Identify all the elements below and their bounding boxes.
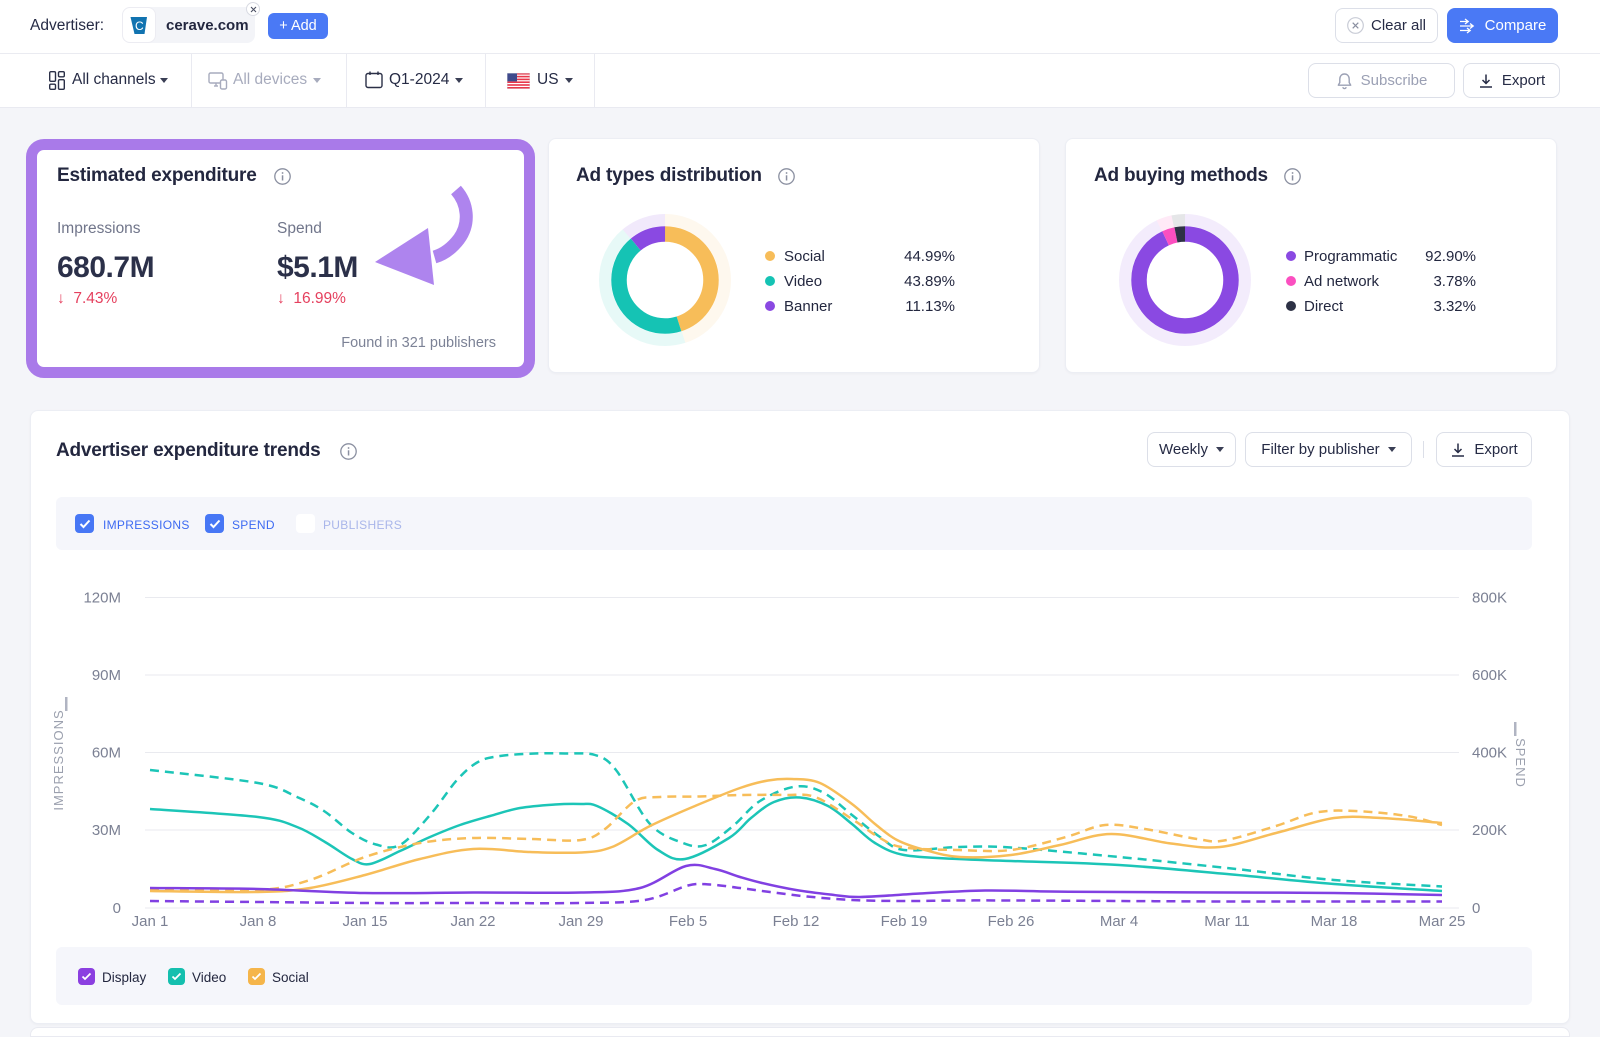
svg-text:800K: 800K xyxy=(1472,590,1507,607)
svg-text:Jan 1: Jan 1 xyxy=(132,913,169,930)
svg-text:400K: 400K xyxy=(1472,745,1507,762)
svg-text:600K: 600K xyxy=(1472,667,1507,684)
svg-text:Jan 8: Jan 8 xyxy=(240,913,277,930)
svg-text:IMPRESSIONS: IMPRESSIONS xyxy=(51,709,66,810)
svg-text:Feb 26: Feb 26 xyxy=(988,913,1035,930)
svg-text:0: 0 xyxy=(1472,900,1480,917)
svg-text:Mar 4: Mar 4 xyxy=(1100,913,1138,930)
svg-text:SPEND: SPEND xyxy=(1513,738,1528,788)
svg-text:200K: 200K xyxy=(1472,822,1507,839)
svg-text:90M: 90M xyxy=(92,667,121,684)
svg-text:Jan 29: Jan 29 xyxy=(558,913,603,930)
svg-text:60M: 60M xyxy=(92,745,121,762)
svg-text:120M: 120M xyxy=(83,590,121,607)
svg-text:Jan 22: Jan 22 xyxy=(450,913,495,930)
svg-text:0: 0 xyxy=(113,900,121,917)
svg-text:Jan 15: Jan 15 xyxy=(342,913,387,930)
svg-text:Feb 12: Feb 12 xyxy=(773,913,820,930)
svg-text:C: C xyxy=(135,19,144,33)
svg-text:30M: 30M xyxy=(92,822,121,839)
svg-text:Mar 25: Mar 25 xyxy=(1419,913,1466,930)
svg-text:Mar 11: Mar 11 xyxy=(1204,913,1250,930)
svg-text:Mar 18: Mar 18 xyxy=(1311,913,1358,930)
svg-text:Feb 19: Feb 19 xyxy=(881,913,928,930)
svg-text:Feb 5: Feb 5 xyxy=(669,913,707,930)
